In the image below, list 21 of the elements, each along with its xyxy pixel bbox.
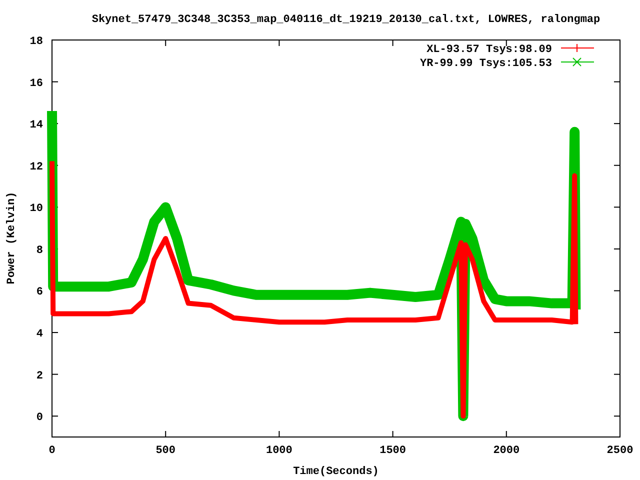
x-tick-label: 2500 bbox=[606, 445, 634, 457]
y-tick-label: 0 bbox=[36, 412, 43, 424]
y-tick-label: 12 bbox=[30, 161, 43, 174]
y-axis-title: Power (Kelvin) bbox=[6, 192, 18, 284]
x-tick-label: 500 bbox=[156, 445, 176, 457]
x-tick-label: 2000 bbox=[493, 445, 520, 457]
legend-label: XL-93.57 Tsys:98.09 bbox=[426, 44, 552, 56]
legend-label: YR-99.99 Tsys:105.53 bbox=[420, 58, 552, 70]
chart-title: Skynet_57479_3C348_3C353_map_040116_dt_19219_20130_cal.txt, LOWRES, ralongmap bbox=[92, 14, 600, 26]
y-tick-label: 14 bbox=[30, 120, 43, 132]
x-tick-label: 1000 bbox=[266, 445, 292, 457]
y-tick-label: 16 bbox=[30, 78, 43, 90]
y-tick-label: 6 bbox=[36, 286, 43, 299]
y-tick-label: 10 bbox=[30, 203, 43, 216]
x-axis-title: Time(Seconds) bbox=[293, 466, 379, 478]
x-tick-label: 1500 bbox=[380, 445, 406, 457]
y-tick-label: 8 bbox=[36, 244, 43, 257]
y-tick-label: 2 bbox=[36, 370, 43, 382]
y-tick-label: 18 bbox=[30, 36, 43, 48]
x-tick-label: 0 bbox=[48, 445, 56, 457]
y-tick-label: 4 bbox=[36, 328, 43, 341]
